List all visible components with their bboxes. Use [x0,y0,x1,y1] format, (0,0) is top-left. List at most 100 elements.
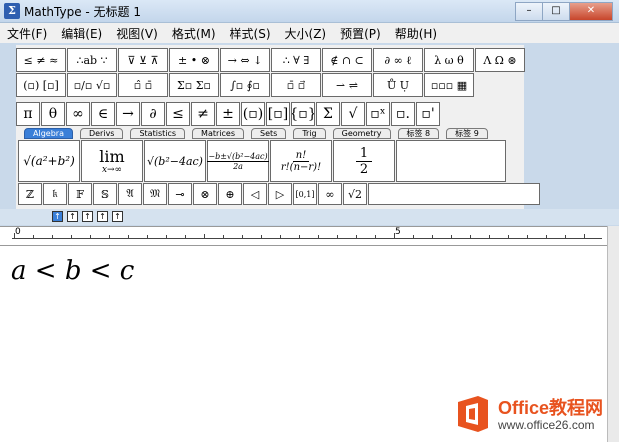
double-s-symbol-button[interactable]: 𝕊 [93,183,117,205]
empty-symbol-slot[interactable] [368,183,540,205]
menu-file[interactable]: 文件(F) [0,25,54,42]
less-equal-symbol-button[interactable]: ≤ [166,102,190,126]
sqrt-two-symbol-button[interactable]: √2 [343,183,367,205]
right-triangle-symbol-button[interactable]: ▷ [268,183,292,205]
partial-symbol-button[interactable]: ∂ [141,102,165,126]
tab-derivs[interactable]: Derivs [79,128,124,139]
pythagorean-template-button[interactable]: √(a²+b²) [18,140,80,182]
office26-watermark: Office教程网 www.office26.com [452,392,618,438]
quadratic-formula-template-button[interactable]: −b±√(b²−4ac) 2a [207,140,269,182]
summation-template-button[interactable]: Σ [316,102,340,126]
palette-tabs: Algebra Derivs Statistics Matrices Sets … [24,128,495,139]
superscript-template-button[interactable]: ▫ˣ [366,102,390,126]
element-of-symbol-button[interactable]: ∈ [91,102,115,126]
arrows-palette-button[interactable]: → ⇔ ↓ [220,48,270,72]
field-symbol-button[interactable]: 𝔽 [68,183,92,205]
brackets-template-button[interactable]: [▫] [266,102,290,126]
embellishments-palette-button[interactable]: ⊽ ⊻ ⊼ [118,48,168,72]
relations-palette-button[interactable]: ≤ ≠ ≈ [16,48,66,72]
close-button[interactable]: ✕ [569,2,613,21]
fraktur-a-symbol-button[interactable]: 𝔄 [118,183,142,205]
one-half-numerator: 1 [355,146,373,162]
menu-edit[interactable]: 编辑(E) [54,25,109,42]
fraktur-k-symbol-button[interactable]: 𝔨 [43,183,67,205]
discriminant-template-text: √(b²−4ac) [147,154,203,168]
not-equal-symbol-button[interactable]: ≠ [191,102,215,126]
window-title: MathType - 无标题 1 [24,5,141,19]
tab-trig[interactable]: Trig [293,128,326,139]
theta-symbol-button[interactable]: θ [41,102,65,126]
multimap-symbol-button[interactable]: ⊸ [168,183,192,205]
pi-symbol-button[interactable]: π [16,102,40,126]
size-subsub-button[interactable]: ↑ [82,211,93,222]
summations-palette-button[interactable]: Σ▫ Σ▫ [169,73,219,97]
maximize-button[interactable]: □ [542,2,570,21]
size-subsymbol-button[interactable]: ↑ [112,211,123,222]
quadratic-numerator: −b±√(b²−4ac) [207,151,269,162]
menu-help[interactable]: 帮助(H) [388,25,444,42]
bars-arrows-palette-button[interactable]: ▫̄ ▫⃗ [271,73,321,97]
subscripts-palette-button[interactable]: ▫̂ ▫̄ [118,73,168,97]
infinity-symbol-button[interactable]: ∞ [66,102,90,126]
integrals-palette-button[interactable]: ∫▫ ∮▫ [220,73,270,97]
operators-palette-button[interactable]: ± • ⊗ [169,48,219,72]
combination-template-button[interactable]: n! r!(n−r)! [270,140,332,182]
tab-algebra[interactable]: Algebra [24,128,73,139]
circled-times-symbol-button[interactable]: ⊗ [193,183,217,205]
menu-style[interactable]: 样式(S) [223,25,278,42]
integers-symbol-button[interactable]: ℤ [18,183,42,205]
logic-palette-button[interactable]: ∴ ∀ ∃ [271,48,321,72]
interval-symbol-button[interactable]: [0,1] [293,183,317,205]
tab-geometry[interactable]: Geometry [332,128,391,139]
template-palette-row: (▫) [▫] ▫/▫ √▫ ▫̂ ▫̄ Σ▫ Σ▫ ∫▫ ∮▫ ▫̄ ▫⃗ ⇀… [16,73,475,97]
greek-upper-palette-button[interactable]: Λ Ω ⊛ [475,48,525,72]
discriminant-template-button[interactable]: √(b²−4ac) [144,140,206,182]
size-symbol-button[interactable]: ↑ [97,211,108,222]
pythagorean-template-text: √(a²+b²) [23,154,75,168]
watermark-title: Office教程网 [498,398,604,418]
tab-matrices[interactable]: Matrices [192,128,244,139]
right-arrow-symbol-button[interactable]: → [116,102,140,126]
quadratic-denominator: 2a [233,161,243,171]
menu-format[interactable]: 格式(M) [165,25,223,42]
empty-template-slot[interactable] [396,140,506,182]
limit-template-button[interactable]: lim x→∞ [81,140,143,182]
circled-plus-symbol-button[interactable]: ⊕ [218,183,242,205]
size-sub-button[interactable]: ↑ [67,211,78,222]
matrices-palette-button[interactable]: ▫▫▫ ▦ [424,73,474,97]
toolbar-palettes: ≤ ≠ ≈ ∴ab ∵ ⊽ ⊻ ⊼ ± • ⊗ → ⇔ ↓ ∴ ∀ ∃ ∉ ∩ … [16,45,540,209]
equation-text[interactable]: a < b < c [11,256,134,286]
menu-size[interactable]: 大小(Z) [278,25,334,42]
ruler[interactable]: 0 5 [0,226,607,246]
tab-symbols-row: ℤ 𝔨 𝔽 𝕊 𝔄 𝔐 ⊸ ⊗ ⊕ ◁ ▷ [0,1] ∞ √2 [18,183,541,205]
parentheses-template-button[interactable]: (▫) [241,102,265,126]
subscript-template-button[interactable]: ▫. [391,102,415,126]
products-palette-button[interactable]: Ů Ụ [373,73,423,97]
radical-template-button[interactable]: √ [341,102,365,126]
fraktur-m-symbol-button[interactable]: 𝔐 [143,183,167,205]
infinity-tab-symbol-button[interactable]: ∞ [318,183,342,205]
fences-palette-button[interactable]: (▫) [▫] [16,73,66,97]
labeled-arrows-palette-button[interactable]: ⇀ ⇌ [322,73,372,97]
braces-template-button[interactable]: {▫} [291,102,315,126]
tab-label-9[interactable]: 标签 9 [446,128,488,139]
window-controls: – □ ✕ [515,2,613,21]
menu-view[interactable]: 视图(V) [109,25,165,42]
one-half-denominator: 2 [359,161,369,177]
one-half-template-button[interactable]: 1 2 [333,140,395,182]
spaces-palette-button[interactable]: ∴ab ∵ [67,48,117,72]
tab-label-8[interactable]: 标签 8 [397,128,440,139]
tab-sets[interactable]: Sets [251,128,287,139]
set-theory-palette-button[interactable]: ∉ ∩ ⊂ [322,48,372,72]
misc-symbols-palette-button[interactable]: ∂ ∞ ℓ [373,48,423,72]
menu-preferences[interactable]: 预置(P) [333,25,388,42]
prime-template-button[interactable]: ▫' [416,102,440,126]
tab-statistics[interactable]: Statistics [130,128,186,139]
combination-numerator: n! [292,150,310,162]
fractions-radicals-palette-button[interactable]: ▫/▫ √▫ [67,73,117,97]
minimize-button[interactable]: – [515,2,543,21]
left-triangle-symbol-button[interactable]: ◁ [243,183,267,205]
size-full-button[interactable]: ↑ [52,211,63,222]
plus-minus-symbol-button[interactable]: ± [216,102,240,126]
greek-lower-palette-button[interactable]: λ ω θ [424,48,474,72]
